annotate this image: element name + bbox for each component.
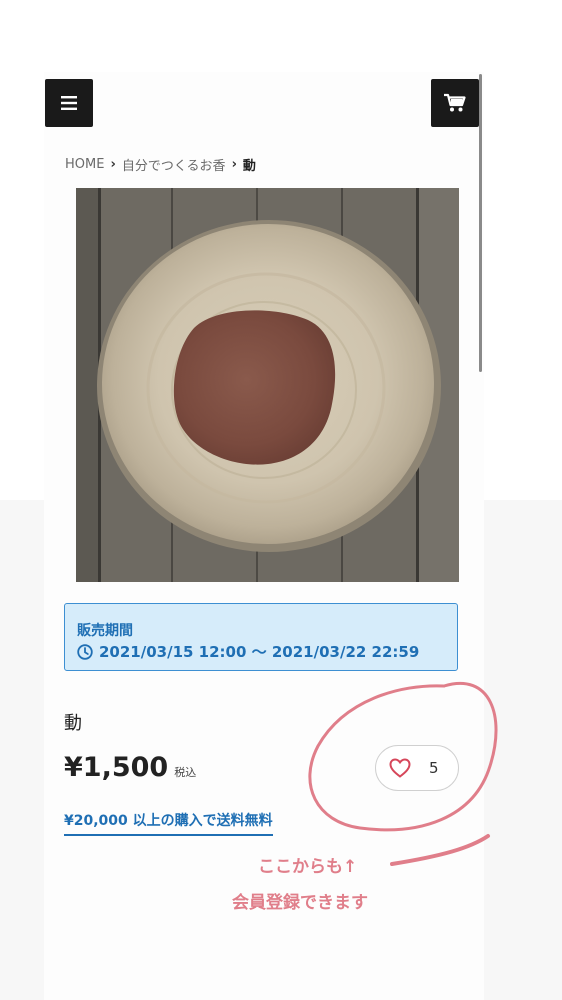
product-name: 動 (64, 713, 82, 734)
product-image[interactable] (76, 188, 459, 582)
breadcrumb: HOME › 自分でつくるお香 › 動 (65, 155, 256, 174)
breadcrumb-category-link[interactable]: 自分でつくるお香 (122, 155, 226, 174)
sale-period-box: 販売期間 2021/03/15 12:00 〜 2021/03/22 22:59 (64, 603, 458, 671)
tax-label: 税込 (174, 766, 197, 779)
like-button[interactable]: 5 (375, 745, 459, 791)
product-price: ¥1,500 税込 (64, 752, 196, 783)
like-count: 5 (429, 759, 439, 777)
chevron-right-icon: › (231, 157, 237, 172)
hamburger-menu-icon (61, 96, 77, 110)
scrollbar[interactable] (479, 74, 482, 372)
sale-period-title: 販売期間 (77, 623, 133, 639)
annotation-text-line2: 会員登録できます (232, 893, 368, 913)
menu-button[interactable] (45, 79, 93, 127)
cart-button[interactable] (431, 79, 479, 127)
sale-period-dates-row: 2021/03/15 12:00 〜 2021/03/22 22:59 (77, 641, 419, 662)
shopping-cart-icon (444, 93, 466, 112)
annotation-text-line1: ここからも↑ (258, 857, 358, 877)
price-amount: ¥1,500 (64, 752, 169, 783)
breadcrumb-current: 動 (242, 159, 256, 174)
free-shipping-note[interactable]: ¥20,000 以上の購入で送料無料 (64, 810, 273, 836)
chevron-right-icon: › (110, 157, 116, 172)
clock-icon (77, 643, 93, 660)
sale-period-dates: 2021/03/15 12:00 〜 2021/03/22 22:59 (99, 643, 420, 661)
heart-icon (389, 758, 411, 778)
breadcrumb-home-link[interactable]: HOME (65, 157, 104, 172)
